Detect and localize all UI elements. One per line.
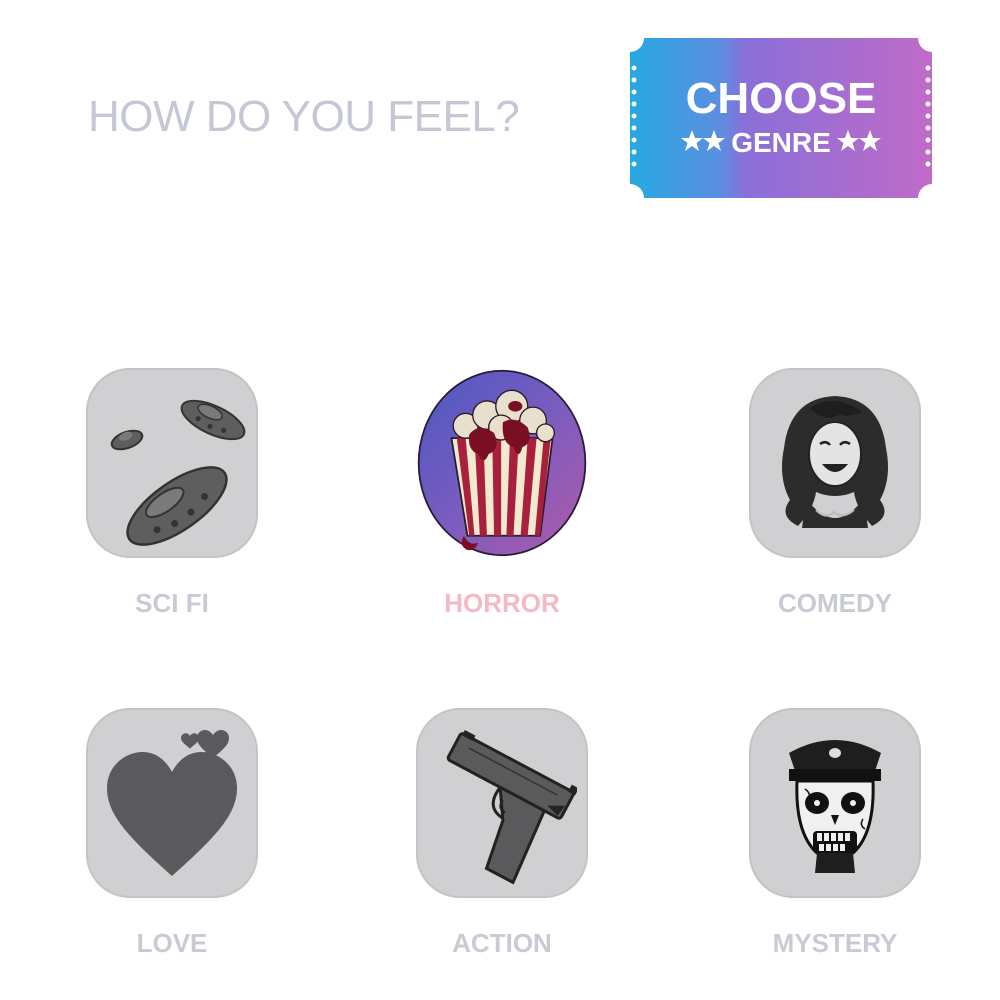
genre-comedy[interactable]: COMEDY: [749, 368, 921, 618]
ufo-icon: [110, 399, 246, 546]
heart-icon: [107, 730, 237, 876]
genre-mystery-tile[interactable]: [749, 708, 921, 898]
genre-love[interactable]: LOVE: [86, 708, 258, 958]
genre-action-label[interactable]: ACTION: [376, 928, 628, 959]
genre-comedy-tile[interactable]: [749, 368, 921, 558]
genre-mystery-label[interactable]: MYSTERY: [709, 928, 961, 959]
genre-scifi[interactable]: SCI FI: [86, 368, 258, 618]
genre-picker-screen: HOW DO YOU FEEL? CHOOSE GENRE SCI FI HOR…: [0, 0, 1000, 1000]
genre-horror[interactable]: HORROR: [416, 360, 588, 618]
genre-mystery[interactable]: MYSTERY: [749, 708, 921, 958]
pistol-icon: [446, 730, 577, 885]
genre-comedy-label[interactable]: COMEDY: [709, 588, 961, 619]
genre-horror-tile[interactable]: [416, 360, 588, 566]
bloody-popcorn-icon: [417, 369, 587, 557]
page-title: HOW DO YOU FEEL?: [88, 92, 520, 141]
genre-action-tile[interactable]: [416, 708, 588, 898]
skull-officer-icon: [789, 740, 881, 873]
genre-horror-label[interactable]: HORROR: [376, 588, 628, 619]
genre-action[interactable]: ACTION: [416, 708, 588, 958]
laughing-woman-icon: [782, 396, 888, 528]
genre-scifi-label[interactable]: SCI FI: [46, 588, 298, 619]
genre-love-label[interactable]: LOVE: [46, 928, 298, 959]
choose-genre-ticket: CHOOSE GENRE: [630, 38, 932, 198]
ticket-line1: CHOOSE: [686, 74, 877, 123]
ticket-line2: GENRE: [731, 127, 831, 158]
genre-love-tile[interactable]: [86, 708, 258, 898]
genre-scifi-tile[interactable]: [86, 368, 258, 558]
